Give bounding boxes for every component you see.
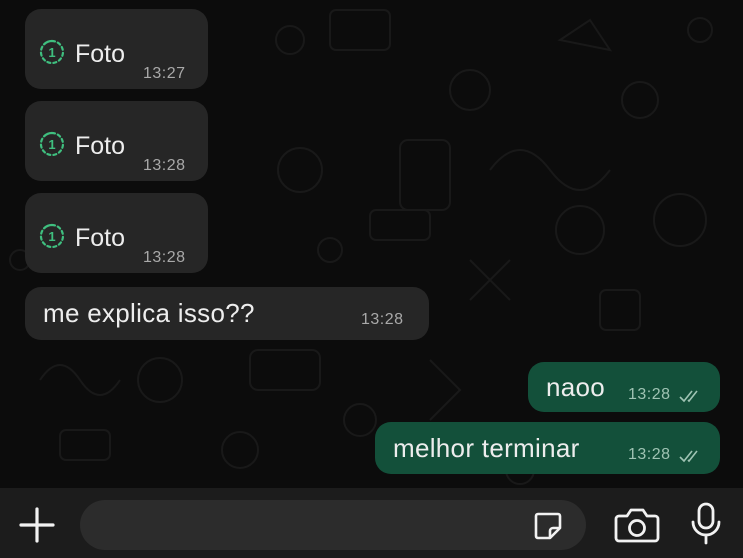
- mic-icon[interactable]: [686, 502, 726, 546]
- photo-label: Foto: [75, 224, 126, 252]
- text-message[interactable]: me explica isso?? 13:28: [25, 287, 429, 340]
- camera-icon[interactable]: [614, 506, 660, 544]
- message-time: 13:28: [628, 446, 671, 463]
- plus-icon[interactable]: [18, 506, 56, 544]
- svg-text:1: 1: [48, 45, 55, 60]
- outgoing-message[interactable]: melhor terminar 13:28: [375, 422, 720, 474]
- photo-message[interactable]: 1 Foto 13:28: [25, 193, 208, 273]
- message-time: 13:28: [143, 157, 186, 174]
- svg-text:1: 1: [48, 137, 55, 152]
- read-ticks-icon: [679, 450, 698, 463]
- svg-text:1: 1: [48, 229, 55, 244]
- photo-message[interactable]: 1 Foto 13:27: [25, 9, 208, 89]
- message-text: me explica isso??: [43, 298, 255, 328]
- message-text: naoo: [546, 372, 606, 402]
- view-once-icon: 1: [39, 131, 65, 157]
- view-once-icon: 1: [39, 223, 65, 249]
- view-once-icon: 1: [39, 39, 65, 65]
- message-input[interactable]: [98, 500, 522, 552]
- sticker-icon[interactable]: [532, 510, 564, 542]
- read-ticks-icon: [679, 390, 698, 403]
- message-time: 13:27: [143, 65, 186, 82]
- photo-message[interactable]: 1 Foto 13:28: [25, 101, 208, 181]
- photo-label: Foto: [75, 40, 126, 68]
- message-time: 13:28: [143, 249, 186, 266]
- outgoing-message[interactable]: naoo 13:28: [528, 362, 720, 412]
- message-time: 13:28: [361, 311, 404, 328]
- message-text: melhor terminar: [393, 433, 580, 463]
- photo-label: Foto: [75, 132, 126, 160]
- message-input-box[interactable]: [80, 500, 586, 552]
- composer-bar: [0, 488, 743, 558]
- chat-screen: 1 Foto 13:27 1 Foto 13:28 1 Foto 13:28 m…: [0, 0, 743, 558]
- message-time: 13:28: [628, 386, 671, 403]
